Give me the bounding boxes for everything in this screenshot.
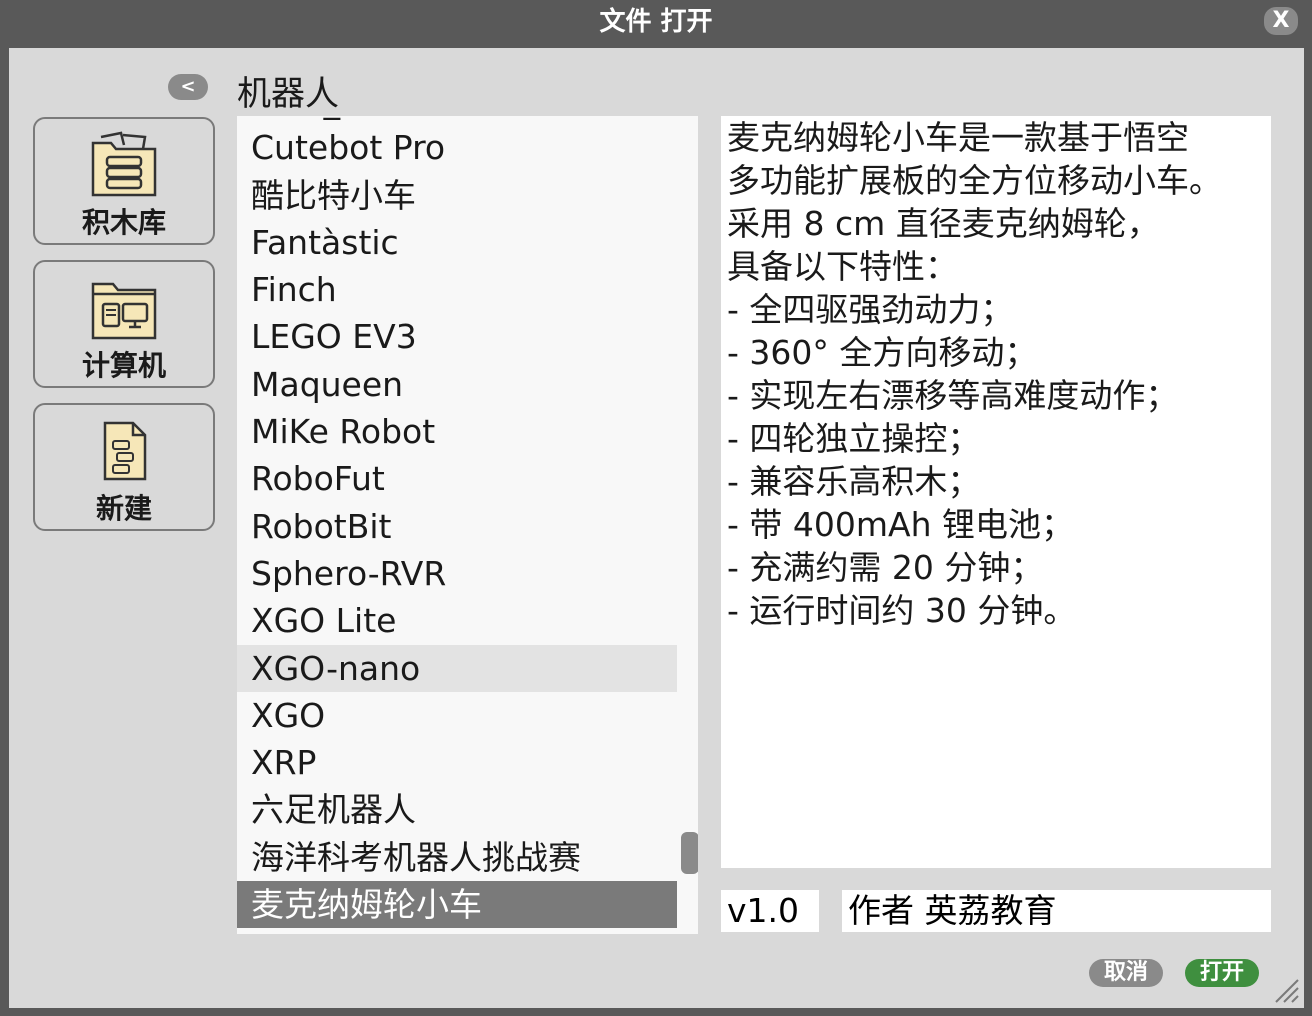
file-list-panel: AIoT_智联乐乐 绿色星球 Cutebot Pro 酷比特小车 Fantàst… [237, 116, 698, 934]
list-item[interactable]: 酷比特小车 [237, 172, 677, 219]
list-item[interactable]: Fantàstic [237, 219, 677, 266]
list-item[interactable]: AIoT_智联乐乐 绿色星球 [237, 116, 677, 124]
current-path: 机器人 [237, 74, 339, 114]
computer-folder-icon [91, 282, 157, 340]
list-item[interactable]: Maqueen [237, 361, 677, 408]
list-item[interactable]: 海洋科考机器人挑战赛 [237, 834, 677, 881]
resize-grip-icon[interactable] [1272, 976, 1300, 1004]
sidebar-item-label: 新建 [95, 492, 152, 525]
library-folder-icon [91, 131, 157, 197]
description-line: - 四轮独立操控； [727, 419, 981, 458]
list-item[interactable]: RoboFut [237, 455, 677, 502]
open-button[interactable]: 打开 [1185, 959, 1259, 987]
dialog-title: 文件 打开 [599, 7, 713, 37]
list-item[interactable]: Finch [237, 266, 677, 313]
description-line: - 充满约需 20 分钟； [727, 548, 1044, 587]
scrollbar-thumb[interactable] [681, 832, 698, 874]
file-open-dialog: 文件 打开 X < 机器人 积木库 计算机 新建 Cutebot Pro 酷比特… [0, 0, 1312, 1016]
description-line: 麦克纳姆轮小车是一款基于悟空 [727, 118, 1189, 157]
sidebar-item-computer[interactable]: 计算机 [33, 260, 215, 388]
list-item[interactable]: Sphero-RVR [237, 550, 677, 597]
list-item[interactable]: 六足机器人 [237, 786, 677, 833]
description-line: - 360° 全方向移动； [727, 333, 1038, 372]
description-line: - 带 400mAh 锂电池； [727, 505, 1074, 544]
list-item[interactable]: XRP [237, 739, 677, 786]
sidebar-item-new[interactable]: 新建 [33, 403, 215, 531]
description-line: - 兼容乐高积木； [727, 462, 981, 501]
sidebar-item-label: 积木库 [81, 206, 166, 239]
author-label: 作者 英荔教育 [842, 890, 1271, 932]
dialog-content: < 机器人 积木库 计算机 新建 Cutebot Pro 酷比特小车 Fantà… [9, 48, 1304, 1008]
description-panel: 麦克纳姆轮小车是一款基于悟空 多功能扩展板的全方位移动小车。 采用 8 cm 直… [721, 116, 1271, 868]
version-label: v1.0 [721, 890, 819, 932]
list-item-hovered[interactable]: XGO-nano [237, 644, 677, 692]
sidebar-item-library[interactable]: 积木库 [33, 117, 215, 245]
description-line: - 全四驱强劲动力； [727, 290, 1014, 329]
description-line: 多功能扩展板的全方位移动小车。 [727, 161, 1222, 200]
list-item[interactable]: MiKe Robot [237, 408, 677, 455]
list-item[interactable]: Cutebot Pro [237, 124, 677, 171]
cancel-button[interactable]: 取消 [1089, 959, 1163, 987]
description-line: 具备以下特性： [727, 247, 958, 286]
list-item[interactable]: XGO [237, 692, 677, 739]
list-item[interactable]: LEGO EV3 [237, 313, 677, 360]
sidebar-item-label: 计算机 [81, 349, 166, 382]
list-item-selected[interactable]: 麦克纳姆轮小车 [237, 881, 677, 929]
list-item[interactable]: XGO Lite [237, 597, 677, 644]
list-scrollbar[interactable] [678, 116, 698, 934]
close-button[interactable]: X [1264, 7, 1298, 35]
file-list: AIoT_智联乐乐 绿色星球 Cutebot Pro 酷比特小车 Fantàst… [237, 116, 677, 929]
back-button[interactable]: < [168, 74, 208, 100]
new-file-icon [103, 421, 147, 481]
description-line: 采用 8 cm 直径麦克纳姆轮， [727, 204, 1160, 243]
description-line: - 实现左右漂移等高难度动作； [727, 376, 1179, 415]
list-item[interactable]: RobotBit [237, 503, 677, 550]
description-line: - 运行时间约 30 分钟。 [727, 591, 1077, 630]
